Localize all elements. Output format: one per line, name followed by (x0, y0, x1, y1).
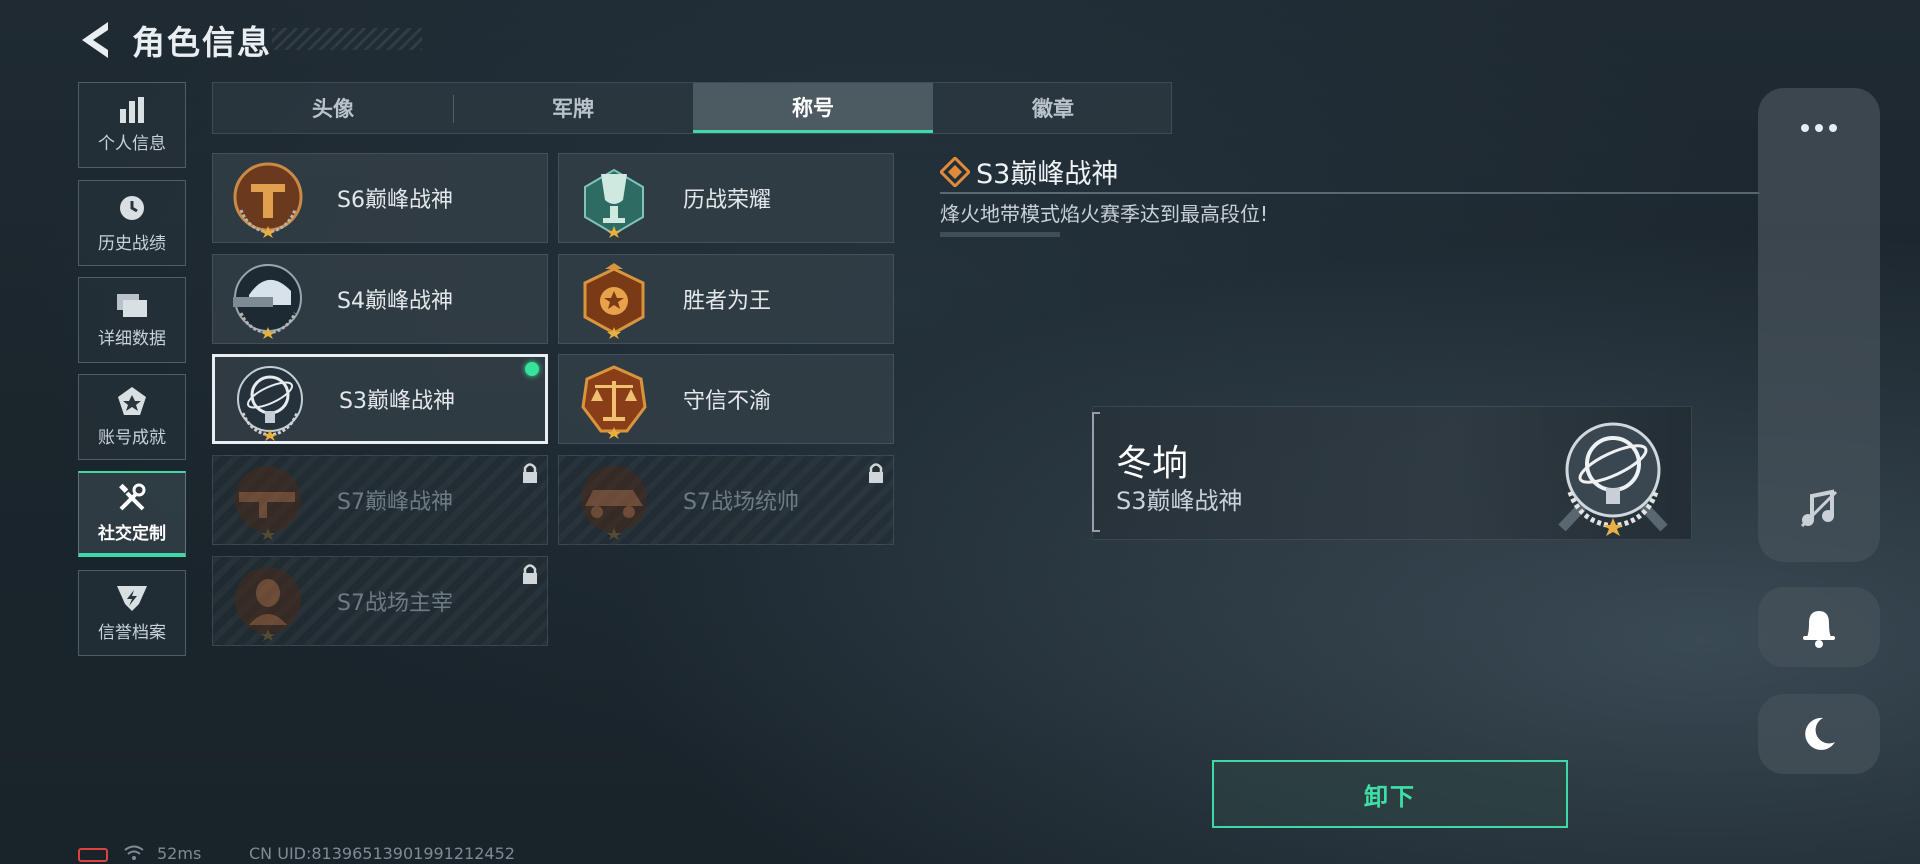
title-label: 守信不渝 (683, 389, 772, 414)
tab-bar: 头像 军牌 称号 徽章 (212, 82, 1172, 134)
wifi-icon (124, 845, 144, 860)
s6-emblem-icon (233, 162, 303, 238)
lock-icon (523, 463, 537, 483)
night-mode-button[interactable] (1758, 694, 1880, 774)
detail-description: 烽火地带模式焰火赛季达到最高段位! (940, 202, 1269, 226)
title-card[interactable]: 胜者为王 (558, 254, 894, 344)
trophy-emblem-icon (584, 168, 644, 238)
bar-chart-icon (118, 96, 146, 123)
s7-soldier-emblem-icon (235, 567, 301, 641)
title-card[interactable]: 历战荣耀 (558, 153, 894, 243)
s3-emblem-icon (237, 366, 303, 441)
tab-badge[interactable]: 徽章 (933, 83, 1173, 133)
scales-emblem-icon (581, 365, 647, 439)
nameplate-bracket (1092, 412, 1100, 532)
clock-icon (117, 193, 147, 223)
unequip-button[interactable]: 卸下 (1212, 760, 1568, 828)
title-label: S6巅峰战神 (337, 188, 453, 213)
bell-icon (1803, 611, 1835, 648)
title-card-locked[interactable]: S7战场主宰 (212, 556, 548, 646)
achievement-icon (118, 386, 146, 417)
page-title: 角色信息 (132, 23, 272, 62)
uid-text: CN UID:81396513901991212452 (249, 844, 515, 863)
sidebar-item-label: 历史战绩 (98, 233, 166, 254)
title-label: S7战场统帅 (683, 490, 799, 515)
title-label: S4巅峰战神 (337, 289, 453, 314)
title-card-locked[interactable]: S7战场统帅 (558, 455, 894, 545)
sidebar-item-label: 详细数据 (98, 328, 166, 349)
victor-emblem-icon (583, 263, 645, 339)
sidebar-item-personal-info[interactable]: 个人信息 (78, 82, 186, 168)
title-card[interactable]: S4巅峰战神 (212, 254, 548, 344)
tab-avatar[interactable]: 头像 (213, 83, 453, 133)
s7-vehicle-emblem-icon (581, 466, 647, 540)
title-decoration (272, 28, 422, 50)
notification-button[interactable] (1758, 587, 1880, 667)
ping-text: 52ms (157, 844, 202, 863)
s3-emblem-icon (1558, 422, 1668, 536)
sidebar-item-credit-record[interactable]: 信誉档案 (78, 570, 186, 656)
diamond-icon (940, 157, 970, 187)
title-label: 历战荣耀 (683, 188, 772, 213)
back-arrow-icon[interactable] (78, 20, 112, 60)
tab-dogtag[interactable]: 军牌 (453, 83, 693, 133)
player-name: 冬垧 (1116, 443, 1189, 484)
title-label: S7战场主宰 (337, 591, 453, 616)
music-off-icon[interactable] (1798, 488, 1840, 530)
title-label: S3巅峰战神 (339, 389, 455, 414)
battery-icon (78, 848, 108, 862)
lock-icon (523, 564, 537, 584)
lock-icon (869, 463, 883, 483)
folder-icon (117, 292, 147, 318)
divider (940, 192, 1760, 194)
sidebar-item-label: 社交定制 (98, 523, 166, 544)
title-card[interactable]: S3巅峰战神 (212, 354, 548, 444)
sidebar-item-achievements[interactable]: 账号成就 (78, 374, 186, 460)
title-label: S7巅峰战神 (337, 490, 453, 515)
title-card[interactable]: 守信不渝 (558, 354, 894, 444)
title-card[interactable]: S6巅峰战神 (212, 153, 548, 243)
equipped-indicator (525, 362, 539, 376)
sidebar-item-label: 信誉档案 (98, 622, 166, 643)
sidebar-item-history[interactable]: 历史战绩 (78, 180, 186, 266)
detail-title: S3巅峰战神 (976, 159, 1119, 190)
sidebar-item-label: 个人信息 (98, 133, 166, 154)
sidebar-item-detailed-data[interactable]: 详细数据 (78, 277, 186, 363)
title-card-locked[interactable]: S7巅峰战神 (212, 455, 548, 545)
s7-rifle-emblem-icon (235, 466, 301, 540)
title-label: 胜者为王 (683, 289, 772, 314)
tools-icon (117, 483, 147, 513)
detail-decoration (940, 232, 1060, 237)
credit-shield-icon (117, 584, 147, 612)
sidebar-item-label: 账号成就 (98, 427, 166, 448)
nameplate-title: S3巅峰战神 (1116, 487, 1243, 515)
s4-emblem-icon (233, 264, 302, 339)
tab-title[interactable]: 称号 (693, 83, 933, 133)
moon-icon (1805, 717, 1835, 750)
more-icon[interactable] (1797, 122, 1841, 134)
sidebar-item-social-custom[interactable]: 社交定制 (78, 471, 186, 557)
